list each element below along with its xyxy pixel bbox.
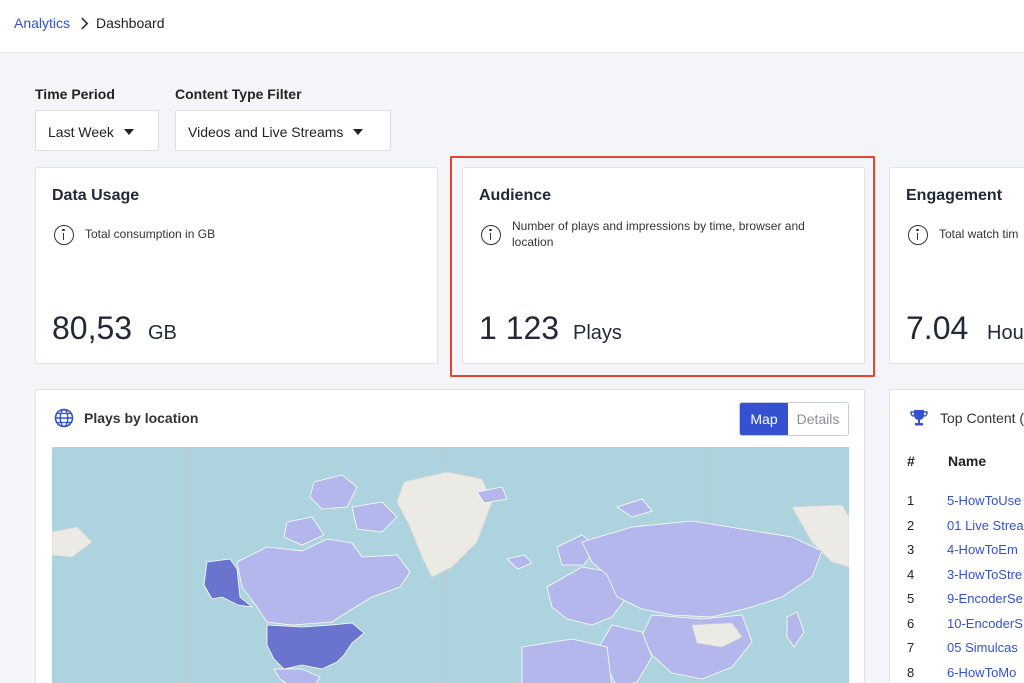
info-icon[interactable] [54,225,74,245]
globe-icon [54,408,74,428]
info-icon[interactable] [908,225,928,245]
top-content-panel: Top Content ( # Name 1 5-HowToUse 2 01 Live… [889,389,1024,683]
card-description: Total consumption in GB [85,227,216,241]
name-column-header[interactable]: Name [948,453,986,469]
time-period-select[interactable]: Last Week [35,110,159,151]
table-row-link[interactable]: 5-HowToUse [947,493,1021,508]
table-row-rank: 3 [907,542,915,557]
caret-down-icon [353,129,363,135]
top-bar: Analytics Dashboard [0,0,1024,53]
content-type-value: Videos and Live Streams [188,124,344,140]
panel-title: Top Content ( [940,410,1024,426]
metric-value: 7.04 [906,310,969,346]
table-row-link[interactable]: 3-HowToStre [947,567,1022,582]
table-row-link[interactable]: 10-EncoderS [947,616,1023,631]
world-map[interactable] [52,447,849,683]
panel-title: Plays by location [84,410,199,426]
table-row-link[interactable]: 01 Live Strea [947,518,1024,533]
table-row-rank: 4 [907,566,915,582]
metric-unit: GB [148,322,177,344]
table-row-rank: 2 [907,517,915,533]
view-toggle: Map Details [739,402,849,436]
trophy-icon [910,410,928,426]
table-row-rank: 5 [907,591,915,606]
highlight-box [450,156,875,377]
caret-down-icon [124,129,134,135]
breadcrumb-analytics-link[interactable]: Analytics [14,15,70,31]
table-row-link[interactable]: 05 Simulcas [947,640,1018,655]
time-period-label: Time Period [35,86,115,102]
table-row-rank: 7 [907,640,915,655]
rank-column-header: # [907,453,915,469]
breadcrumb-current: Dashboard [96,15,165,31]
table-row-rank: 6 [907,615,915,631]
map-tab[interactable]: Map [740,403,788,435]
data-usage-card[interactable]: Data Usage Total consumption in GB 80,53… [35,167,438,364]
world-map-graphic [52,447,849,683]
metric-unit: Hou [987,322,1024,344]
metric-value: 80,53 [52,310,133,346]
card-title: Engagement [906,187,1003,204]
content-type-label: Content Type Filter [175,86,302,102]
table-row-rank: 1 [907,493,915,508]
table-row-link[interactable]: 9-EncoderSe [947,591,1023,606]
details-tab[interactable]: Details [788,403,848,435]
time-period-value: Last Week [48,124,114,140]
content-type-select[interactable]: Videos and Live Streams [175,110,391,151]
card-title: Data Usage [52,187,140,204]
table-row-link[interactable]: 6-HowToMo [947,665,1016,680]
chevron-right-icon [81,17,89,30]
plays-by-location-panel: Plays by location Map Details [35,389,865,683]
engagement-card[interactable]: Engagement Total watch tim 7.04 Hou [889,167,1024,364]
table-row-link[interactable]: 4-HowToEm [947,542,1018,557]
card-description: Total watch tim [939,227,1019,241]
table-row-rank: 8 [907,664,915,680]
